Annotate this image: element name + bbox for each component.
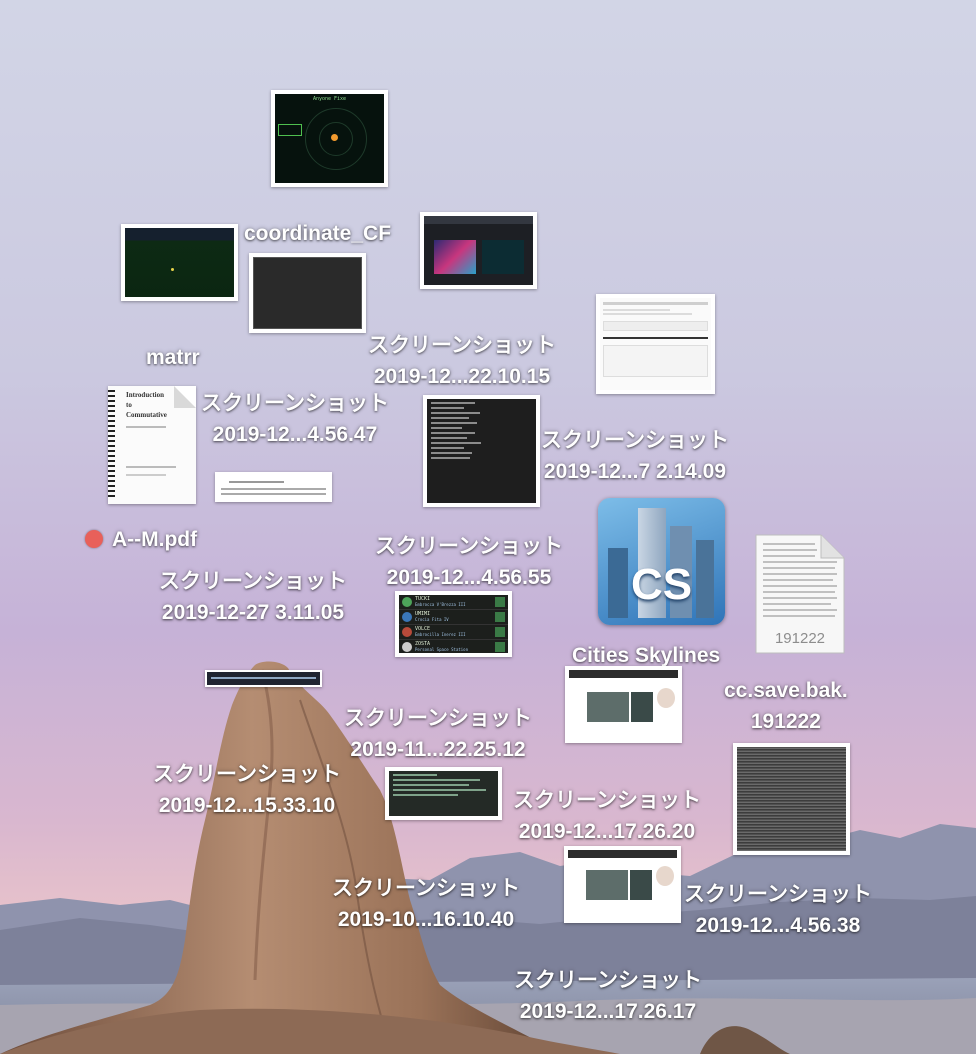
file-label-screenshot-15-33-10[interactable]: スクリーンショット 2019-12...15.33.10: [153, 759, 341, 821]
file-label-screenshot-4-56-38[interactable]: スクリーンショット 2019-12...4.56.38: [684, 879, 872, 941]
dense-text-screenshot-thumbnail[interactable]: [733, 743, 850, 855]
thumb-title: Anyone Fixe: [312, 96, 347, 102]
webpage-screenshot-thumbnail-2[interactable]: [564, 846, 681, 923]
file-label-matrr[interactable]: matrr: [146, 342, 200, 373]
pdf-title-text: Introduction to Commutative: [126, 391, 167, 419]
file-label-screenshot-22-10-15[interactable]: スクリーンショット 2019-12...22.10.15: [368, 330, 556, 392]
file-label-cc-save-bak[interactable]: cc.save.bak. 191222: [724, 675, 848, 737]
file-label-coordinate-cf[interactable]: coordinate_CF: [244, 218, 391, 249]
file-label-screenshot-4-56-47[interactable]: スクリーンショット 2019-12...4.56.47: [201, 388, 389, 450]
formula-screenshot-thumbnail[interactable]: [215, 472, 332, 502]
code-screenshot-thumbnail[interactable]: [385, 767, 502, 820]
game-row-3-sub: Embrocilla Inerez III: [415, 632, 466, 637]
coordinate-cf-thumbnail[interactable]: [249, 253, 366, 333]
terminal-screenshot-thumbnail[interactable]: [423, 395, 540, 507]
game-list-screenshot-thumbnail[interactable]: TUCKI Embrocca V'Brezza III UMIMI Crocia…: [395, 591, 512, 657]
file-label-screenshot-3-11-05[interactable]: スクリーンショット 2019-12-27 3.11.05: [159, 566, 347, 628]
cities-skylines-app-icon[interactable]: CS: [598, 498, 725, 625]
browser-screenshot-thumbnail[interactable]: [420, 212, 537, 289]
sun-icon: [331, 134, 338, 141]
red-tag-icon: [85, 530, 103, 548]
file-label-screenshot-17-26-20[interactable]: スクリーンショット 2019-12...17.26.20: [513, 785, 701, 847]
document-extension-text: 191222: [774, 630, 826, 647]
file-label-screenshot-17-26-17[interactable]: スクリーンショット 2019-12...17.26.17: [514, 965, 702, 1027]
file-label-screenshot-4-56-55[interactable]: スクリーンショット 2019-12...4.56.55: [375, 531, 563, 593]
strip-screenshot-thumbnail[interactable]: [205, 670, 322, 687]
generic-document-icon[interactable]: 191222: [755, 534, 845, 654]
file-label-screenshot-7-2-14-09[interactable]: スクリーンショット 2019-12...7 2.14.09: [541, 425, 729, 487]
cs-logo-text: CS: [630, 560, 693, 609]
game-row-1-sub: Embrocca V'Brezza III: [415, 602, 466, 607]
file-label-a-m-pdf[interactable]: A--M.pdf: [112, 524, 197, 555]
game-row-2-sub: Crocia Fita IV: [415, 617, 449, 622]
file-label-screenshot-16-10-40[interactable]: スクリーンショット 2019-10...16.10.40: [332, 873, 520, 935]
binding-rings-icon: [108, 390, 115, 500]
file-label-screenshot-22-25-12[interactable]: スクリーンショット 2019-11...22.25.12: [344, 703, 532, 765]
solar-system-thumbnail[interactable]: Anyone Fixe: [271, 90, 388, 187]
pdf-document-icon[interactable]: Introduction to Commutative: [108, 386, 196, 504]
webpage-screenshot-thumbnail-1[interactable]: [565, 666, 682, 743]
game-row-4-sub: Personal Space Station: [415, 647, 468, 652]
space-thumbnail[interactable]: [121, 224, 238, 301]
notebook-screenshot-thumbnail[interactable]: [596, 294, 715, 394]
